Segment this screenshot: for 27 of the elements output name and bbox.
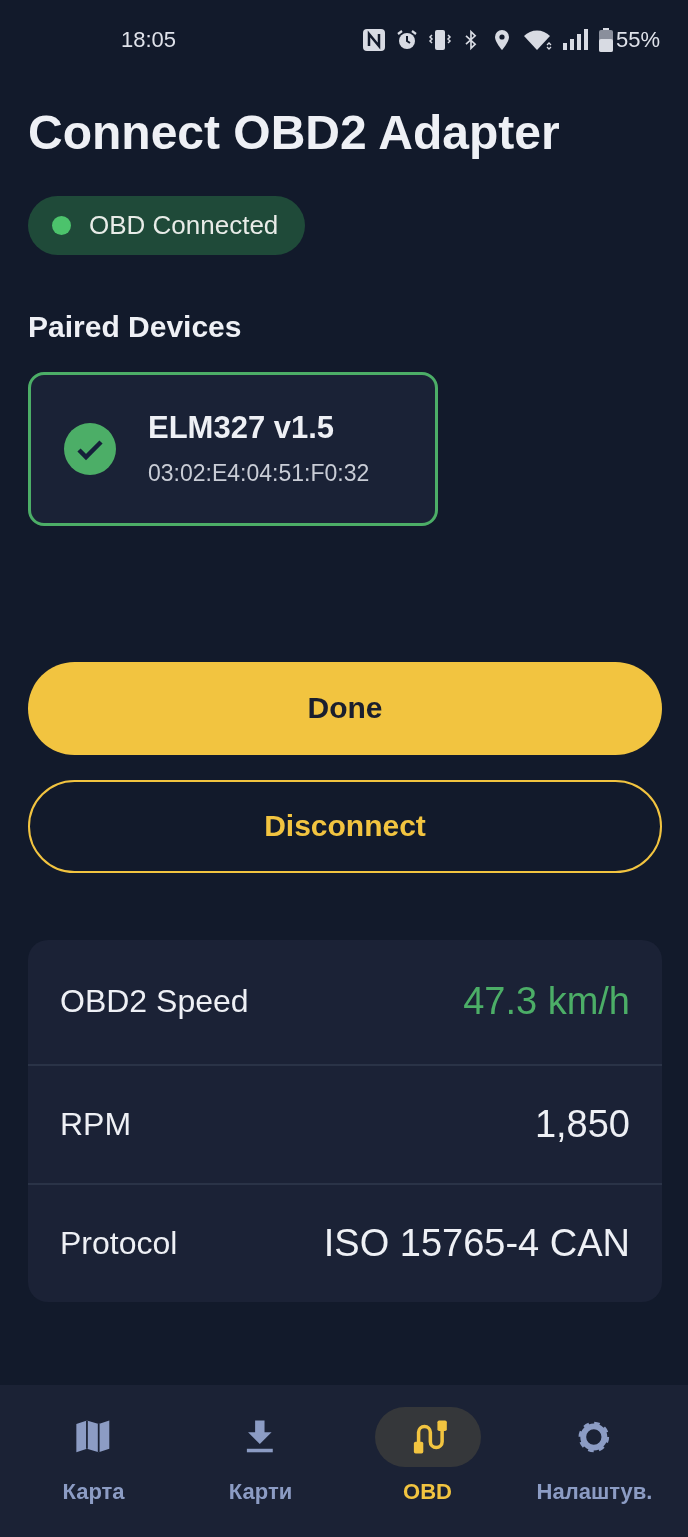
status-dot-icon [52,215,71,235]
screen-title: Connect OBD2 Adapter [28,105,561,161]
wifi-icon [522,28,553,52]
device-card[interactable]: ELM327 v1.5 03:02:E4:04:51:F0:32 [28,371,438,526]
stat-value: 47.3 km/h [463,980,630,1024]
device-address: 03:02:E4:04:51:F0:32 [148,460,370,488]
section-heading: Paired Devices [28,309,243,344]
signal-icon [561,28,590,52]
connection-status: OBD Connected [89,209,279,241]
stat-label: Protocol [60,1224,178,1262]
nav-tab[interactable]: OBD [352,1407,503,1537]
nav-tab[interactable]: Карта [18,1407,169,1537]
stat-label: RPM [60,1105,132,1143]
vibrate-icon [427,28,452,52]
nav-tab[interactable]: Налаштув. [519,1407,670,1537]
device-name: ELM327 v1.5 [148,410,336,447]
battery-icon [598,28,613,52]
nfc-icon [361,28,386,52]
stat-value: 1,850 [534,1102,630,1146]
stat-value: ISO 15765-4 CAN [323,1221,630,1265]
battery-percent: 55% [615,27,660,53]
nav-tab[interactable]: Карти [185,1407,336,1537]
stat-label: OBD2 Speed [60,983,249,1021]
clock-time: 18:05 [121,27,177,53]
done-button[interactable]: Done [28,661,662,755]
disconnect-button[interactable]: Disconnect [28,779,662,873]
check-circle-icon [64,422,116,475]
